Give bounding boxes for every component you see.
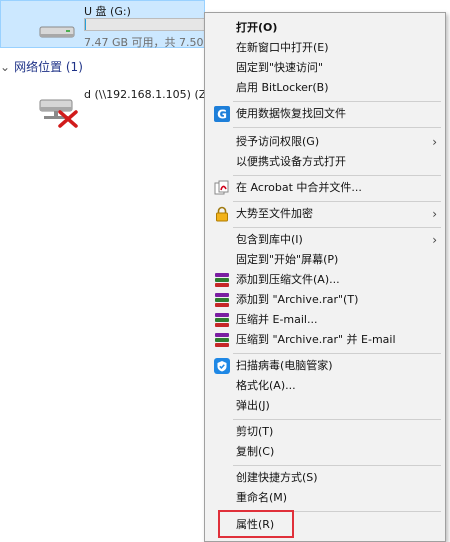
menu-item-pin-quick-access[interactable]: 固定到"快速访问" (205, 59, 445, 77)
menu-label: 扫描病毒(电脑管家) (236, 359, 333, 372)
menu-label: 使用数据恢复找回文件 (236, 107, 346, 120)
menu-label: 打开(O) (236, 21, 278, 34)
drive-usage-bar (84, 18, 209, 31)
submenu-arrow-icon: › (432, 135, 437, 149)
menu-label: 弹出(J) (236, 399, 270, 412)
menu-label: 包含到库中(I) (236, 233, 303, 246)
network-header-label: 网络位置 (1) (14, 60, 83, 74)
menu-label: 授予访问权限(G) (236, 135, 320, 148)
shield-check-icon (214, 358, 230, 374)
submenu-arrow-icon: › (432, 233, 437, 247)
menu-item-rename[interactable]: 重命名(M) (205, 489, 445, 507)
drive-name: U 盘 (G:) (84, 5, 131, 18)
menu-separator (233, 201, 441, 202)
menu-item-encrypt[interactable]: 大势至文件加密 › (205, 205, 445, 223)
menu-item-pin-start[interactable]: 固定到"开始"屏幕(P) (205, 251, 445, 269)
menu-item-compress-rar-email[interactable]: 压缩到 "Archive.rar" 并 E-mail (205, 331, 445, 349)
menu-label: 启用 BitLocker(B) (236, 81, 329, 94)
menu-label: 固定到"开始"屏幕(P) (236, 253, 339, 266)
svg-text:G: G (217, 108, 227, 122)
menu-item-format[interactable]: 格式化(A)... (205, 377, 445, 395)
menu-item-compress-email[interactable]: 压缩并 E-mail... (205, 311, 445, 329)
menu-item-portable-open[interactable]: 以便携式设备方式打开 (205, 153, 445, 171)
drive-free-space: 7.47 GB 可用，共 7.50 GB (84, 36, 224, 49)
network-drive-name[interactable]: d (\\192.168.1.105) (Z:) (84, 88, 214, 101)
menu-separator (233, 127, 441, 128)
menu-item-create-shortcut[interactable]: 创建快捷方式(S) (205, 469, 445, 487)
menu-item-cut[interactable]: 剪切(T) (205, 423, 445, 441)
acrobat-icon (214, 180, 229, 195)
context-menu: 打开(O) 在新窗口中打开(E) 固定到"快速访问" 启用 BitLocker(… (204, 12, 446, 542)
padlock-icon (216, 206, 228, 222)
menu-label: 在 Acrobat 中合并文件... (236, 181, 362, 194)
menu-label: 重命名(M) (236, 491, 288, 504)
drive-usage-fill (85, 19, 87, 30)
menu-label: 添加到 "Archive.rar"(T) (236, 293, 359, 306)
menu-separator (233, 175, 441, 176)
menu-label: 大势至文件加密 (236, 207, 313, 220)
chevron-down-icon: ⌄ (0, 60, 11, 74)
winrar-books-icon (214, 332, 230, 348)
menu-label: 创建快捷方式(S) (236, 471, 318, 484)
menu-separator (233, 227, 441, 228)
menu-label: 添加到压缩文件(A)... (236, 273, 340, 286)
menu-separator (233, 419, 441, 420)
disconnected-network-drive-icon (39, 99, 78, 128)
menu-separator (233, 353, 441, 354)
winrar-books-icon (214, 292, 230, 308)
menu-item-data-recovery[interactable]: G 使用数据恢复找回文件 (205, 105, 445, 123)
menu-label: 剪切(T) (236, 425, 274, 438)
usb-drive-icon (39, 26, 75, 38)
network-locations-header[interactable]: ⌄ 网络位置 (1) (0, 58, 83, 75)
winrar-books-icon (214, 272, 230, 288)
menu-separator (233, 101, 441, 102)
menu-item-add-archive[interactable]: 添加到压缩文件(A)... (205, 271, 445, 289)
menu-label: 压缩并 E-mail... (236, 313, 318, 326)
menu-item-open[interactable]: 打开(O) (205, 19, 445, 37)
properties-highlight-box (218, 510, 294, 538)
menu-item-open-new-window[interactable]: 在新窗口中打开(E) (205, 39, 445, 57)
menu-item-copy[interactable]: 复制(C) (205, 443, 445, 461)
menu-item-eject[interactable]: 弹出(J) (205, 397, 445, 415)
menu-label: 复制(C) (236, 445, 275, 458)
menu-label: 格式化(A)... (236, 379, 296, 392)
winrar-books-icon (214, 312, 230, 328)
menu-item-add-archive-rar[interactable]: 添加到 "Archive.rar"(T) (205, 291, 445, 309)
menu-item-scan-virus[interactable]: 扫描病毒(电脑管家) (205, 357, 445, 375)
menu-label: 以便携式设备方式打开 (236, 155, 346, 168)
menu-separator (233, 465, 441, 466)
menu-label: 在新窗口中打开(E) (236, 41, 329, 54)
menu-item-include-library[interactable]: 包含到库中(I) › (205, 231, 445, 249)
data-recovery-g-icon: G (214, 106, 230, 122)
submenu-arrow-icon: › (432, 207, 437, 221)
menu-item-bitlocker[interactable]: 启用 BitLocker(B) (205, 79, 445, 97)
menu-item-acrobat-combine[interactable]: 在 Acrobat 中合并文件... (205, 179, 445, 197)
menu-label: 压缩到 "Archive.rar" 并 E-mail (236, 333, 396, 346)
menu-item-grant-access[interactable]: 授予访问权限(G) › (205, 133, 445, 151)
menu-label: 固定到"快速访问" (236, 61, 324, 74)
